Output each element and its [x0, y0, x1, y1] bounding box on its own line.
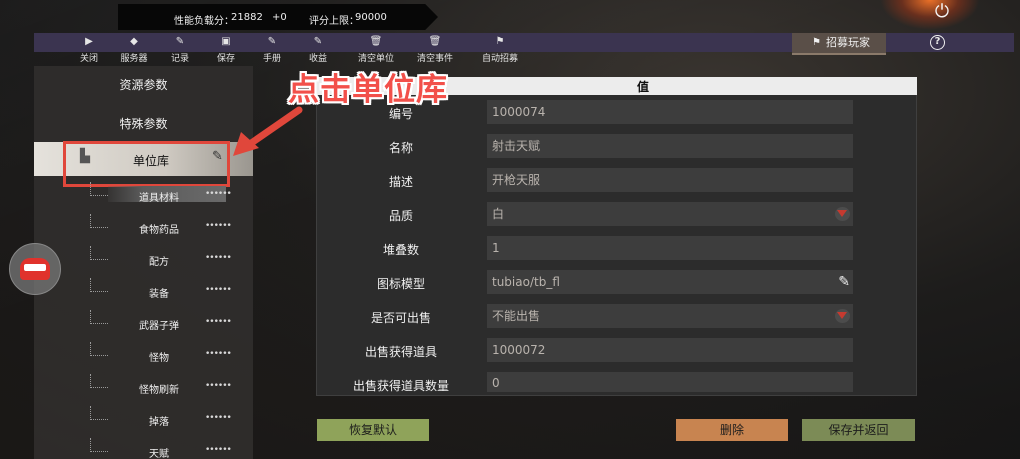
prop-field-sell-item-qty[interactable]: 0 — [487, 372, 853, 392]
tutorial-annotation: 点击单位库 — [288, 72, 448, 108]
book-icon: ✎ — [267, 36, 277, 47]
sidebar-subitem-food-medicine[interactable]: 食物药品 — [120, 221, 198, 236]
sidebar-subitem-monsters[interactable]: 怪物 — [120, 349, 198, 364]
close-button[interactable]: ▶ 关闭 — [66, 35, 112, 64]
earnings-icon: ✎ — [313, 36, 323, 47]
sidebar-subitem-materials[interactable]: 道具材料 — [120, 189, 198, 204]
sidebar-item-resource-params[interactable]: 资源参数 — [34, 76, 253, 93]
tree-line — [90, 310, 108, 324]
more-dots[interactable]: •••••• — [205, 317, 232, 327]
earnings-button[interactable]: ✎ 收益 — [295, 35, 341, 64]
more-dots[interactable]: •••••• — [205, 189, 232, 199]
close-label: 关闭 — [79, 54, 98, 64]
help-icon[interactable]: ? — [930, 35, 945, 50]
record-label: 记录 — [170, 54, 189, 64]
trash-icon: 🗑 — [369, 36, 383, 47]
prop-field-sell-item[interactable]: 1000072 — [487, 338, 853, 362]
clear-units-label: 清空单位 — [357, 54, 394, 64]
prop-field-stack[interactable]: 1 — [487, 236, 853, 260]
save-label: 保存 — [216, 54, 235, 64]
sellable-value: 不能出售 — [492, 309, 541, 323]
flag-icon: ⚑ — [812, 37, 821, 48]
save-and-return-button[interactable]: 保存并返回 — [802, 419, 915, 441]
tree-line — [90, 406, 108, 420]
manual-button[interactable]: ✎ 手册 — [249, 35, 295, 64]
prop-dropdown-sellable[interactable]: 不能出售 — [487, 304, 853, 328]
sidebar-subitem-drops[interactable]: 掉落 — [120, 413, 198, 428]
record-button[interactable]: ✎ 记录 — [157, 35, 203, 64]
more-dots[interactable]: •••••• — [205, 445, 232, 455]
sidebar-subitem-recipes[interactable]: 配方 — [120, 253, 198, 268]
value-column-header: 值 — [637, 80, 650, 94]
manual-label: 手册 — [262, 54, 281, 64]
assistant-icon — [20, 258, 50, 280]
rating-label: 评分上限： — [309, 16, 359, 27]
tree-line — [90, 246, 108, 260]
sidebar-subitem-monster-spawn[interactable]: 怪物刷新 — [120, 381, 198, 396]
prop-label-sell-item: 出售获得道具 — [364, 345, 437, 359]
more-dots[interactable]: •••••• — [205, 221, 232, 231]
more-dots[interactable]: •••••• — [205, 253, 232, 263]
prop-label-icon-model: 图标模型 — [376, 277, 425, 291]
save-icon: ▣ — [221, 36, 231, 47]
tree-line — [90, 278, 108, 292]
prop-label-sellable: 是否可出售 — [370, 311, 431, 325]
prop-label-stack: 堆叠数 — [382, 243, 419, 257]
highlight-box — [63, 141, 230, 187]
more-dots[interactable]: •••••• — [205, 381, 232, 391]
prop-dropdown-quality[interactable]: 白 — [487, 202, 853, 226]
sidebar-item-special-params[interactable]: 特殊参数 — [34, 115, 253, 132]
perf-delta: +0 — [272, 12, 287, 23]
prop-label-id: 编号 — [388, 107, 413, 121]
performance-stats-bar: 性能负载分： 21882 +0 评分上限： 90000 — [118, 4, 438, 30]
sidebar-subitem-weapons-ammo[interactable]: 武器子弹 — [120, 317, 198, 332]
server-label: 服务器 — [120, 54, 148, 64]
tree-line — [90, 214, 108, 228]
auto-recruit-button[interactable]: ⚑ 自动招募 — [477, 35, 523, 64]
auto-recruit-label: 自动招募 — [481, 54, 518, 64]
prop-field-name[interactable]: 射击天赋 — [487, 134, 853, 158]
prop-field-description[interactable]: 开枪天服 — [487, 168, 853, 192]
tree-line — [90, 342, 108, 356]
icon-model-value: tubiao/tb_fl — [492, 275, 560, 289]
prop-label-quality: 品质 — [388, 209, 413, 223]
restore-default-button[interactable]: 恢复默认 — [317, 419, 429, 441]
prop-label-sell-item-qty: 出售获得道具数量 — [352, 379, 449, 393]
play-icon: ▶ — [85, 36, 93, 47]
save-button[interactable]: ▣ 保存 — [203, 35, 249, 64]
trash-icon: 🗑 — [428, 36, 442, 47]
note-icon: ✎ — [175, 36, 185, 47]
prop-field-id[interactable]: 1000074 — [487, 100, 853, 124]
clear-events-label: 清空事件 — [416, 54, 453, 64]
flag-icon: ⚑ — [495, 36, 505, 47]
sidebar-subitem-talents[interactable]: 天赋 — [120, 445, 198, 459]
rating-value: 90000 — [355, 12, 387, 23]
tree-line — [90, 374, 108, 388]
more-dots[interactable]: •••••• — [205, 349, 232, 359]
more-dots[interactable]: •••••• — [205, 413, 232, 423]
prop-label-name: 名称 — [388, 141, 413, 155]
prop-field-icon-model[interactable]: tubiao/tb_fl ✎ — [487, 270, 853, 294]
clear-units-button[interactable]: 🗑 清空单位 — [353, 35, 399, 64]
server-button[interactable]: ◆ 服务器 — [111, 35, 157, 64]
clear-events-button[interactable]: 🗑 清空事件 — [412, 35, 458, 64]
chevron-down-icon — [837, 210, 847, 217]
edit-icon[interactable]: ✎ — [838, 270, 850, 294]
tree-line — [90, 438, 108, 452]
quality-value: 白 — [492, 207, 505, 221]
delete-button[interactable]: 删除 — [676, 419, 788, 441]
recruit-players-button[interactable]: ⚑ 招募玩家 — [792, 33, 886, 55]
chevron-down-icon — [837, 312, 847, 319]
cube-icon: ◆ — [130, 36, 138, 47]
pointer-arrow-icon — [233, 106, 303, 156]
recruit-label: 招募玩家 — [826, 36, 870, 49]
prop-label-description: 描述 — [388, 175, 413, 189]
power-icon[interactable]: ⏻ — [932, 2, 952, 22]
more-dots[interactable]: •••••• — [205, 285, 232, 295]
perf-label: 性能负载分： — [174, 16, 234, 27]
earnings-label: 收益 — [308, 54, 327, 64]
perf-value: 21882 — [231, 12, 263, 23]
tree-line — [90, 182, 108, 196]
sidebar-subitem-equipment[interactable]: 装备 — [120, 285, 198, 300]
